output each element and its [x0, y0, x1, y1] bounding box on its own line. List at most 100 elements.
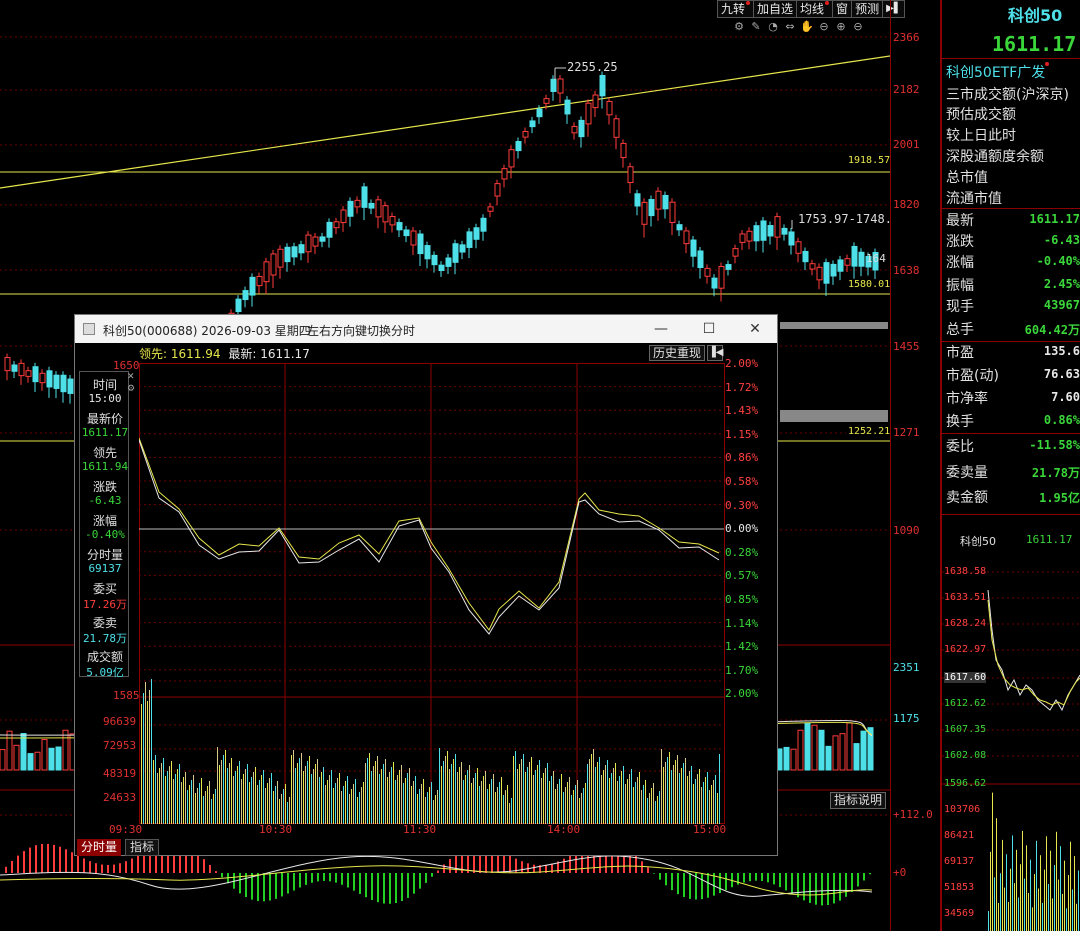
- intraday-volume-bar: [199, 783, 200, 824]
- info-gear-icon[interactable]: ⚙: [127, 384, 137, 394]
- volume-tick: 96639: [103, 715, 137, 728]
- fan-icon[interactable]: ◔: [766, 20, 780, 34]
- intraday-volume-bar: [489, 784, 490, 824]
- indicator-help-button[interactable]: 指标说明: [830, 792, 886, 809]
- zoom-out-icon[interactable]: ⊖: [817, 20, 831, 34]
- intraday-volume-bar: [245, 769, 246, 824]
- tab-volume[interactable]: 分时量: [77, 839, 121, 856]
- intraday-volume-bar: [393, 762, 394, 824]
- mini-volume-bar: [1032, 907, 1033, 931]
- minimize-icon[interactable]: —: [649, 318, 673, 340]
- stat-value: -11.58%: [1029, 438, 1080, 452]
- mini-volume-bar: [992, 792, 993, 931]
- tab-indicator[interactable]: 指标: [125, 839, 159, 856]
- toolbar-add-watchlist-button[interactable]: 加自选: [753, 0, 798, 18]
- toolbar-ma-button[interactable]: 均线: [796, 0, 834, 18]
- candle-body: [634, 193, 641, 207]
- candle-body: [361, 186, 368, 208]
- intraday-volume-bar: [477, 768, 478, 824]
- intraday-volume-bar: [625, 784, 626, 824]
- stat-label: 现手: [946, 299, 974, 315]
- info-label: 分时量: [86, 548, 123, 562]
- percent-tick: 0.30%: [725, 498, 759, 512]
- intraday-volume-bar: [415, 776, 416, 824]
- divider: [942, 208, 1080, 209]
- intraday-volume-bar: [699, 769, 700, 824]
- stat-row: 市盈 135.6: [946, 342, 1080, 365]
- intraday-popup-window[interactable]: 科创50(000688) 2026-09-03 星期四 左右方向键切换分时 — …: [74, 314, 778, 856]
- range-icon[interactable]: ⇔: [783, 20, 797, 34]
- intraday-volume-bar: [671, 770, 672, 824]
- candle-body: [53, 374, 60, 389]
- intraday-volume-bar: [435, 795, 436, 824]
- intraday-volume-bar: [433, 800, 434, 824]
- intraday-volume-bar: [627, 779, 628, 824]
- toolbar-jiuzhuan-button[interactable]: 九转: [717, 0, 755, 18]
- candle-body: [732, 248, 739, 257]
- label-vs-yesterday: 较上日此时: [946, 128, 1016, 144]
- intraday-volume-bar: [395, 780, 396, 824]
- intraday-volume-bar: [711, 785, 712, 824]
- candle-body: [403, 229, 410, 237]
- intraday-volume-bar: [687, 776, 688, 824]
- history-arrow-icon[interactable]: ▐◀: [707, 345, 723, 361]
- intraday-volume-bar: [569, 777, 570, 824]
- intraday-chart[interactable]: [139, 363, 725, 825]
- intraday-volume-bar: [613, 768, 614, 824]
- intraday-volume-bar: [351, 789, 352, 824]
- stat-value: 1.95亿: [1039, 491, 1080, 505]
- hand-icon[interactable]: ✋: [800, 20, 814, 34]
- intraday-volume-bar: [193, 775, 194, 824]
- candle-body: [788, 231, 795, 246]
- intraday-volume-bar: [565, 787, 566, 824]
- intraday-volume-bar: [191, 780, 192, 824]
- pen-icon[interactable]: ✎: [749, 20, 763, 34]
- popup-titlebar[interactable]: 科创50(000688) 2026-09-03 星期四 左右方向键切换分时 — …: [75, 315, 777, 343]
- history-replay-button[interactable]: 历史重现: [649, 345, 705, 361]
- info-close-icon[interactable]: ✕: [127, 372, 137, 382]
- zoom-in-icon[interactable]: ⊕: [834, 20, 848, 34]
- volume-tick: 1585: [113, 689, 140, 702]
- toolbar-window-button[interactable]: 窗: [832, 0, 853, 18]
- minus-icon[interactable]: ⊖: [851, 20, 865, 34]
- maximize-icon[interactable]: ☐: [697, 318, 721, 340]
- candle-body: [746, 230, 753, 242]
- percent-tick: 2.00%: [725, 357, 759, 370]
- intraday-volume-bar: [195, 793, 196, 824]
- intraday-volume-bar: [155, 755, 156, 824]
- intraday-volume-bar: [211, 799, 212, 824]
- intraday-volume-bar: [363, 782, 364, 824]
- intraday-volume-bar: [709, 790, 710, 824]
- lead-label: 领先:: [139, 347, 168, 361]
- index-name: 科创50: [1008, 6, 1063, 25]
- candle-body: [655, 190, 662, 210]
- candle-body: [690, 239, 697, 257]
- etf-link[interactable]: 科创50ETF广发: [946, 62, 1050, 82]
- trend-line[interactable]: [0, 55, 890, 189]
- stat-label: 卖金额: [946, 490, 988, 506]
- intraday-volume-bar: [203, 796, 204, 824]
- intraday-volume-bar: [189, 785, 190, 824]
- intraday-volume-bar: [605, 765, 606, 824]
- candle-body: [32, 366, 39, 383]
- intraday-volume-bar: [465, 775, 466, 824]
- close-icon[interactable]: ✕: [743, 318, 767, 340]
- intraday-volume-bar: [549, 781, 550, 824]
- intraday-volume-bar: [445, 756, 446, 824]
- percent-tick: 1.15%: [725, 427, 759, 441]
- settings-icon[interactable]: ⚙: [732, 20, 746, 34]
- candle-body: [375, 199, 382, 218]
- intraday-volume-bar: [669, 752, 670, 824]
- intraday-volume-bar: [321, 772, 322, 824]
- intraday-volume-bar: [307, 761, 308, 824]
- candle-body: [620, 142, 627, 159]
- intraday-volume-bar: [567, 782, 568, 824]
- intraday-volume-bar: [219, 765, 220, 824]
- intraday-volume-bar: [531, 757, 532, 824]
- intraday-volume-bar: [471, 783, 472, 824]
- volume-tick: 72953: [103, 739, 137, 752]
- candle-body: [641, 201, 648, 225]
- intraday-volume-bar: [221, 760, 222, 824]
- toolbar-forecast-button[interactable]: 预测: [851, 0, 884, 18]
- mini-volume-bar: [1000, 873, 1001, 931]
